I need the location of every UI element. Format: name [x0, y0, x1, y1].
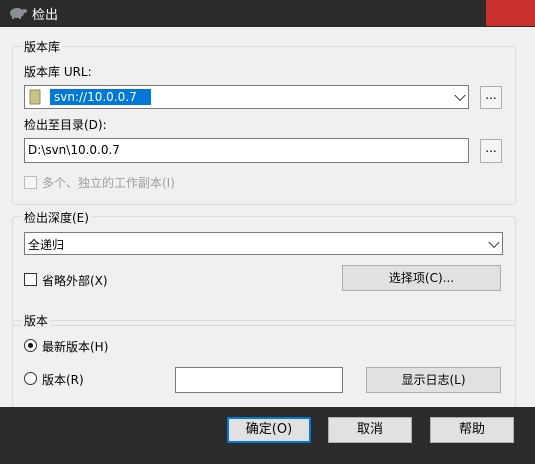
- browse-url-button[interactable]: ...: [480, 86, 502, 109]
- tortoise-icon: [10, 8, 27, 19]
- url-value[interactable]: svn://10.0.0.7: [50, 89, 151, 105]
- checkout-dir-value: D:\svn\10.0.0.7: [28, 143, 120, 157]
- help-label: 帮助: [458, 422, 485, 437]
- browse-dir-button[interactable]: ...: [480, 139, 502, 163]
- dialog-body: 版本库 版本库 URL: svn://10.0.0.7 ... 检出至目录(D)…: [0, 27, 535, 408]
- ok-button[interactable]: 确定(O): [227, 417, 311, 443]
- checkout-dir-input[interactable]: D:\svn\10.0.0.7: [24, 138, 469, 163]
- url-label: 版本库 URL:: [24, 65, 92, 79]
- head-revision-label: 最新版本(H): [42, 340, 109, 354]
- url-combobox[interactable]: svn://10.0.0.7: [24, 85, 469, 109]
- show-log-button[interactable]: 显示日志(L): [366, 367, 501, 393]
- close-icon: [486, 0, 535, 26]
- depth-value: 全递归: [28, 238, 65, 252]
- close-button[interactable]: [486, 0, 535, 26]
- help-button[interactable]: 帮助: [430, 417, 514, 443]
- multiple-wc-label: 多个、独立的工作副本(I): [42, 176, 175, 190]
- revision-input[interactable]: [175, 367, 343, 393]
- window-title: 检出: [32, 8, 59, 23]
- specific-revision-label: 版本(R): [42, 373, 84, 387]
- depth-group-label: 检出深度(E): [22, 209, 91, 226]
- cancel-label: 取消: [356, 422, 383, 437]
- head-revision-radio[interactable]: [24, 339, 37, 352]
- cancel-button[interactable]: 取消: [328, 417, 412, 443]
- repository-group-label: 版本库: [22, 38, 63, 55]
- show-log-label: 显示日志(L): [401, 373, 466, 387]
- depth-combobox[interactable]: 全递归: [24, 232, 503, 255]
- browse-url-label: ...: [485, 88, 497, 102]
- specific-revision-radio[interactable]: [24, 372, 37, 385]
- choose-items-button[interactable]: 选择项(C)...: [342, 265, 501, 291]
- revision-group: [12, 320, 516, 408]
- folder-icon: [29, 89, 41, 105]
- chevron-down-icon[interactable]: [454, 89, 466, 102]
- omit-externals-label: 省略外部(X): [42, 274, 108, 288]
- button-bar: 确定(O) 取消 帮助: [0, 407, 535, 464]
- omit-externals-checkbox[interactable]: [24, 273, 37, 286]
- ok-label: 确定(O): [245, 422, 293, 437]
- title-bar[interactable]: 检出: [0, 0, 535, 27]
- browse-dir-label: ...: [485, 141, 497, 155]
- chevron-down-icon[interactable]: [488, 236, 500, 248]
- choose-items-label: 选择项(C)...: [388, 271, 455, 285]
- multiple-wc-checkbox[interactable]: [24, 176, 37, 189]
- revision-group-label: 版本: [22, 312, 51, 329]
- checkout-dir-label: 检出至目录(D):: [24, 118, 107, 132]
